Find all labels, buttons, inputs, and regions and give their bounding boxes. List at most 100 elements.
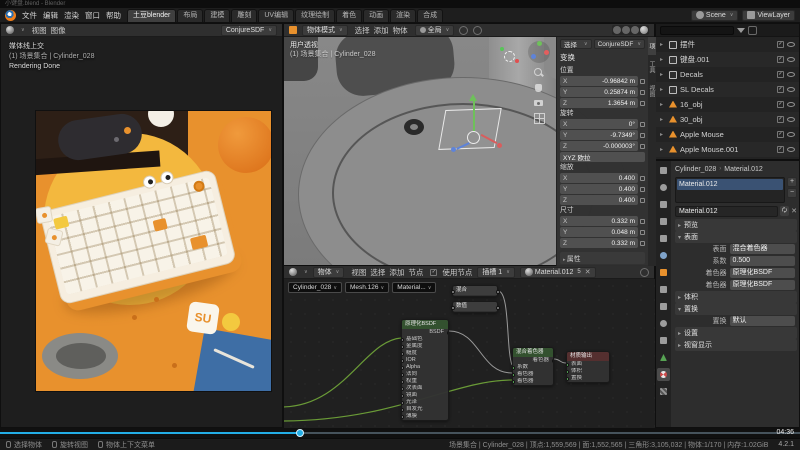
transform-field-x[interactable]: X-0.96842 m (560, 76, 638, 86)
visibility-eye-icon[interactable] (787, 72, 795, 77)
visibility-eye-icon[interactable] (787, 102, 795, 107)
outliner-item[interactable]: ▸ Decals ✓ (656, 67, 799, 82)
outliner-item[interactable]: ▸ SL Decals ✓ (656, 82, 799, 97)
properties-tab[interactable] (657, 266, 670, 279)
properties-tab[interactable] (657, 181, 670, 194)
properties-row[interactable]: ▾表面 (675, 231, 797, 243)
node-breadcrumb-chip[interactable]: Mesh.126∨ (345, 282, 389, 293)
workspace-tab[interactable]: UV编辑 (258, 9, 294, 22)
lock-icon[interactable] (640, 90, 645, 95)
shader-editor-menu[interactable]: 节点 (406, 267, 425, 278)
workspace-tab[interactable]: 着色 (336, 9, 362, 22)
lock-icon[interactable] (640, 187, 645, 192)
selectable-checkbox[interactable]: ✓ (777, 146, 784, 153)
shader-editor-menu[interactable]: 视图 (349, 267, 368, 278)
properties-row[interactable]: ▸视窗显示 (675, 339, 797, 351)
outliner-item[interactable]: ▸ 摆件 ✓ (656, 37, 799, 52)
lock-icon[interactable] (640, 230, 645, 235)
properties-tab[interactable] (657, 283, 670, 296)
expand-arrow-icon[interactable]: ▸ (660, 101, 666, 108)
transform-field-x[interactable]: X0° (560, 119, 638, 129)
node-input-socket[interactable] (402, 352, 404, 356)
breadcrumb-material[interactable]: Material.012 (724, 166, 763, 173)
lock-icon[interactable] (640, 122, 645, 127)
workspace-tab[interactable]: 建模 (204, 9, 230, 22)
shading-material-icon[interactable] (631, 26, 639, 34)
node-input-socket[interactable] (402, 401, 404, 405)
topbar-menu[interactable]: 帮助 (103, 10, 124, 21)
remove-slot-button[interactable]: − (787, 188, 797, 198)
selectable-checkbox[interactable]: ✓ (777, 71, 784, 78)
snap-magnet-icon[interactable] (459, 26, 468, 35)
node-input-socket[interactable] (402, 338, 404, 342)
outliner-item[interactable]: ▸ Apple Mouse ✓ (656, 127, 799, 142)
properties-tab[interactable] (657, 215, 670, 228)
properties-row[interactable]: 着色器原理化BSDF (675, 267, 797, 279)
node-canvas[interactable]: Cylinder_028∨Mesh.126∨Material...∨ 混合 数值… (284, 279, 656, 429)
visibility-eye-icon[interactable] (787, 117, 795, 122)
viewport-menu[interactable]: 添加 (372, 25, 391, 36)
lock-icon[interactable] (640, 79, 645, 84)
users-count-badge[interactable]: 5 (575, 269, 582, 275)
node-input-socket[interactable] (567, 377, 569, 381)
image-editor-type-icon[interactable] (6, 26, 14, 34)
properties-tab[interactable] (657, 317, 670, 330)
outliner-search-input[interactable] (660, 26, 734, 35)
visibility-eye-icon[interactable] (787, 57, 795, 62)
visibility-eye-icon[interactable] (787, 147, 795, 152)
node-input-socket[interactable] (402, 380, 404, 384)
add-slot-button[interactable]: + (787, 177, 797, 187)
properties-row[interactable]: ▸设置 (675, 327, 797, 339)
shading-rendered-icon[interactable] (640, 26, 648, 34)
shading-solid-icon[interactable] (622, 26, 630, 34)
selectable-checkbox[interactable]: ✓ (777, 101, 784, 108)
transform-field-y[interactable]: Y0.048 m (560, 227, 638, 237)
shading-wireframe-icon[interactable] (613, 26, 621, 34)
properties-row[interactable]: ▸体积 (675, 291, 797, 303)
node-input-socket[interactable] (402, 345, 404, 349)
properties-tab[interactable] (657, 300, 670, 313)
node-output-socket[interactable] (496, 306, 500, 310)
navigation-gizmo[interactable] (528, 41, 550, 63)
node-breadcrumb-chip[interactable]: Material...∨ (392, 282, 436, 293)
viewlayer-selector[interactable]: ViewLayer (742, 10, 795, 21)
pin-icon[interactable] (640, 268, 649, 277)
properties-tab[interactable] (657, 334, 670, 347)
topbar-menu[interactable]: 窗口 (82, 10, 103, 21)
expand-arrow-icon[interactable]: ▸ (660, 71, 666, 78)
breadcrumb-object[interactable]: Cylinder_028 (675, 166, 716, 173)
filter-icon[interactable] (737, 28, 745, 33)
node-input-socket[interactable] (402, 394, 404, 398)
expand-arrow-icon[interactable]: ▸ (660, 146, 666, 153)
node-output-socket[interactable] (447, 331, 449, 335)
scene-selector[interactable]: Scene∨ (691, 10, 739, 21)
shader-editor-menu[interactable]: 选择 (368, 267, 387, 278)
lock-icon[interactable] (640, 219, 645, 224)
topbar-menu[interactable]: 渲染 (61, 10, 82, 21)
gizmo-y-dot[interactable] (537, 41, 542, 46)
n-panel-tab[interactable]: 视图 (648, 79, 656, 103)
selectable-checkbox[interactable]: ✓ (777, 86, 784, 93)
viewport-canvas[interactable]: 用户透视 (1) 场景集合 | Cylinder_028 选择∨ConjureS… (284, 37, 656, 266)
node-input-socket[interactable] (451, 306, 455, 310)
lock-icon[interactable] (640, 144, 645, 149)
zoom-icon[interactable] (533, 67, 544, 78)
node-output-socket[interactable] (496, 290, 500, 294)
node-input-socket[interactable] (567, 370, 569, 374)
properties-tab[interactable] (657, 249, 670, 262)
material-slot-dropdown[interactable]: 插槽 1∨ (477, 267, 515, 278)
gizmo-x-dot[interactable] (544, 50, 549, 55)
n-panel-dropdown[interactable]: 选择∨ (560, 39, 592, 49)
transform-field-x[interactable]: X0.332 m (560, 216, 638, 226)
node-principled-bsdf[interactable]: 原理化BSDF BSDF 基础色金属度糙度IORAlpha法向权重次表面镜面光泽… (401, 319, 449, 421)
gizmo-handle-blue[interactable] (451, 147, 456, 152)
selectable-checkbox[interactable]: ✓ (777, 131, 784, 138)
node-small-a[interactable]: 混合 (452, 285, 498, 297)
visibility-eye-icon[interactable] (787, 132, 795, 137)
shader-editor-menu[interactable]: 添加 (387, 267, 406, 278)
node-small-b[interactable]: 数值 (452, 301, 498, 313)
addon-dropdown[interactable]: ConjureSDF∨ (221, 25, 277, 36)
gizmo-handle-red[interactable] (497, 143, 502, 148)
transform-field-z[interactable]: Z1.3654 m (560, 98, 638, 108)
lock-icon[interactable] (640, 176, 645, 181)
